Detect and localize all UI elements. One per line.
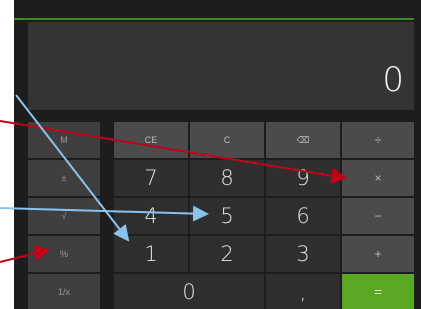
minus-button[interactable]: − [342,198,414,234]
digit-5-button[interactable]: 5 [190,198,264,234]
digit-3-button[interactable]: 3 [266,236,340,272]
sqrt-button[interactable]: √ [28,198,100,234]
digit-9-button[interactable]: 9 [266,160,340,196]
percent-button[interactable]: % [28,236,100,272]
display-value: 0 [382,60,404,100]
backspace-button[interactable]: ⌫ [266,122,340,158]
divide-button[interactable]: ÷ [342,122,414,158]
digit-6-button[interactable]: 6 [266,198,340,234]
digit-8-button[interactable]: 8 [190,160,264,196]
backspace-icon: ⌫ [296,134,310,145]
digit-1-button[interactable]: 1 [114,236,188,272]
clear-entry-button[interactable]: CE [114,122,188,158]
digit-4-button[interactable]: 4 [114,198,188,234]
equals-button[interactable]: = [342,274,414,309]
negate-button[interactable]: ± [28,160,100,196]
display-panel: 0 [28,22,414,110]
reciprocal-button[interactable]: 1/x [28,274,100,309]
clear-button[interactable]: C [190,122,264,158]
digit-7-button[interactable]: 7 [114,160,188,196]
digit-0-button[interactable]: 0 [114,274,264,309]
decimal-button[interactable]: , [266,274,340,309]
accent-line [14,18,414,20]
multiply-button[interactable]: × [342,160,414,196]
plus-button[interactable]: + [342,236,414,272]
digit-2-button[interactable]: 2 [190,236,264,272]
memory-button[interactable]: M [28,122,100,158]
